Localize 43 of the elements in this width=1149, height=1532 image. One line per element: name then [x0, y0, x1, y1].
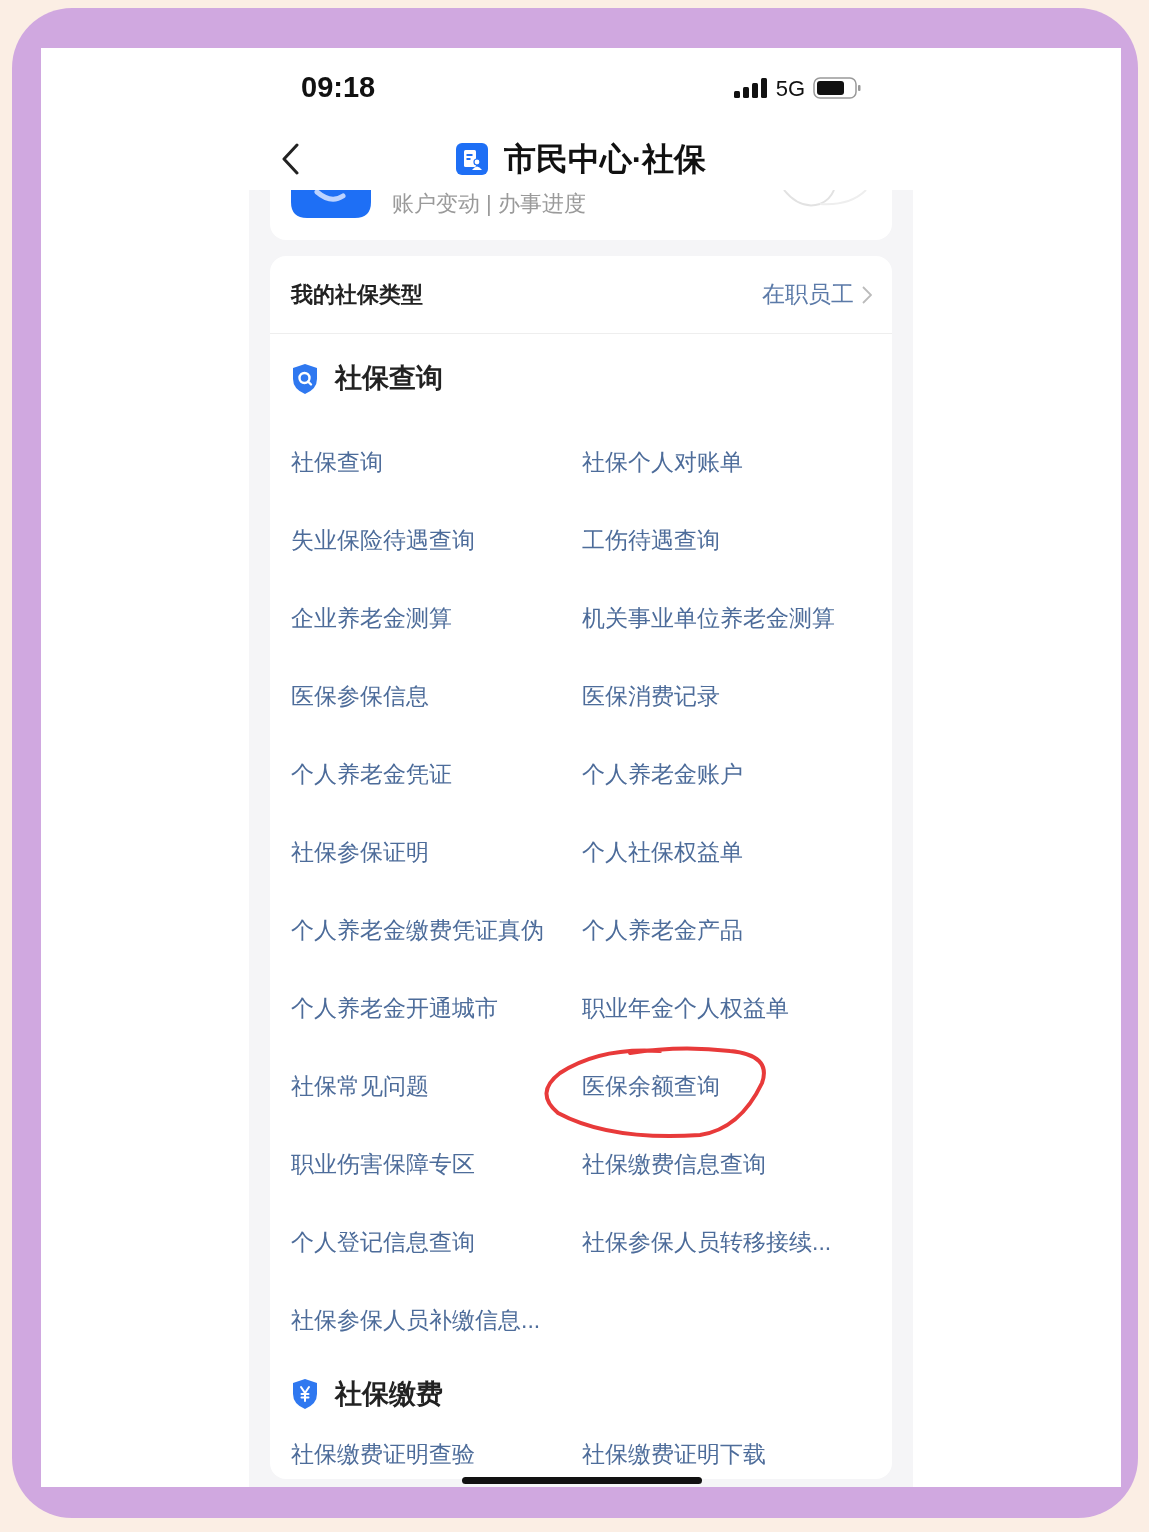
service-link[interactable]: 医保余额查询 [582, 1068, 720, 1104]
chevron-right-icon[interactable] [862, 285, 872, 304]
search-shield-icon [291, 362, 319, 395]
service-link[interactable]: 社保参保证明 [291, 834, 429, 870]
service-link[interactable]: 社保缴费信息查询 [582, 1146, 766, 1182]
service-link[interactable]: 职业年金个人权益单 [582, 990, 789, 1026]
service-link[interactable]: 职业伤害保障专区 [291, 1146, 475, 1182]
home-indicator[interactable] [462, 1477, 702, 1484]
status-time: 09:18 [301, 70, 376, 106]
section-title: 社保缴费 [335, 1377, 443, 1411]
page-title: 市民中心·社保 [503, 140, 707, 179]
service-link[interactable]: 医保消费记录 [582, 678, 720, 714]
account-subtitle: 账户变动 | 办事进度 [392, 190, 586, 218]
service-link[interactable]: 社保查询 [291, 444, 383, 480]
service-link[interactable]: 社保缴费证明下载 [582, 1436, 766, 1472]
service-link[interactable]: 社保参保人员补缴信息... [291, 1302, 541, 1338]
service-link[interactable]: 失业保险待遇查询 [291, 522, 475, 558]
back-icon[interactable] [281, 143, 299, 175]
service-link[interactable]: 社保缴费证明查验 [291, 1436, 475, 1472]
service-link[interactable]: 社保常见问题 [291, 1068, 429, 1104]
service-link[interactable]: 企业养老金测算 [291, 600, 452, 636]
account-card[interactable]: 账户变动 | 办事进度 [270, 190, 892, 240]
service-link[interactable]: 社保个人对账单 [582, 444, 743, 480]
service-link[interactable]: 个人养老金凭证 [291, 756, 452, 792]
service-link[interactable]: 个人登记信息查询 [291, 1224, 475, 1260]
battery-icon [813, 77, 861, 99]
insurance-type-label: 我的社保类型 [291, 281, 423, 309]
signal-icon [733, 78, 768, 98]
section-title: 社保查询 [335, 362, 443, 396]
service-link[interactable]: 机关事业单位养老金测算 [582, 600, 835, 636]
yuan-shield-icon [291, 1378, 319, 1410]
service-link[interactable]: 个人养老金缴费凭证真伪 [291, 912, 544, 948]
service-link[interactable]: 个人社保权益单 [582, 834, 743, 870]
service-link[interactable]: 个人养老金产品 [582, 912, 743, 948]
service-link[interactable]: 医保参保信息 [291, 678, 429, 714]
app-logo-icon [455, 143, 488, 175]
insurance-type-value[interactable]: 在职员工 [762, 277, 854, 312]
service-link[interactable]: 社保参保人员转移接续... [582, 1224, 832, 1260]
service-link[interactable]: 个人养老金开通城市 [291, 990, 498, 1026]
network-label: 5G [775, 74, 805, 103]
service-link[interactable]: 个人养老金账户 [582, 756, 743, 792]
account-logo-icon [291, 190, 371, 218]
service-link[interactable]: 工伤待遇查询 [582, 522, 720, 558]
